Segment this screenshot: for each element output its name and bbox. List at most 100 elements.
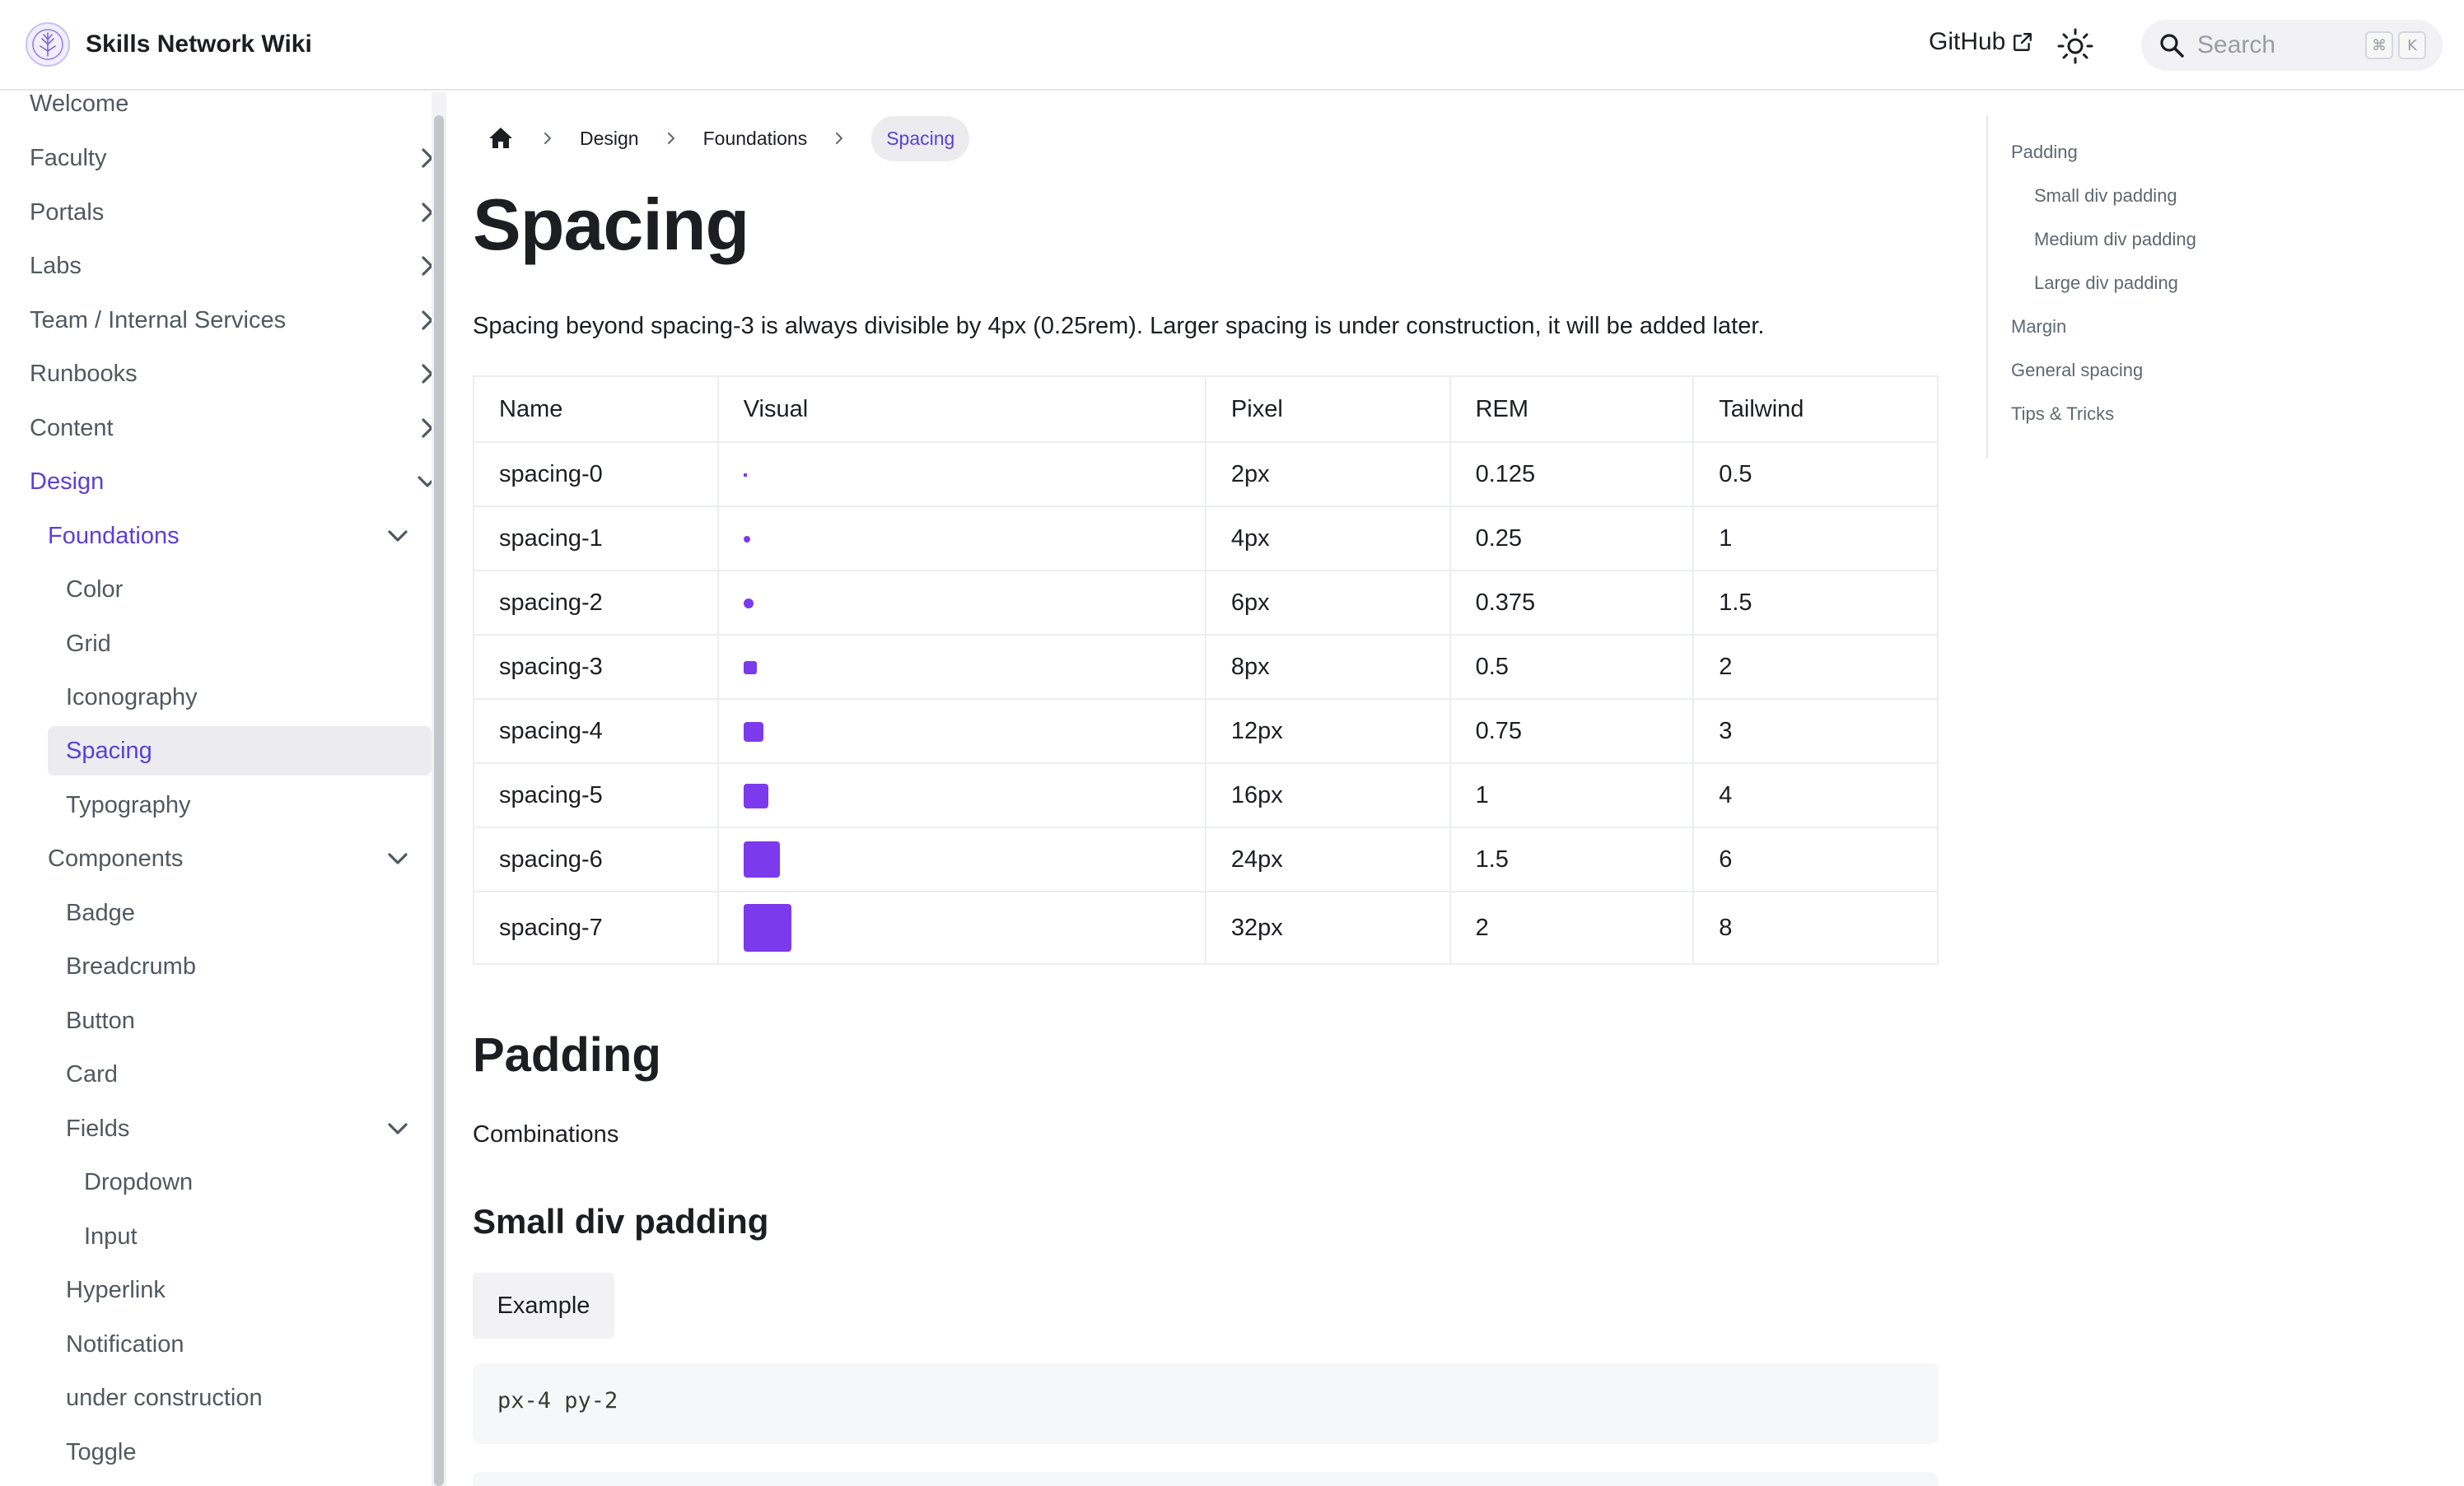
sidebar-scrollbar-thumb[interactable] <box>434 115 444 1486</box>
sidebar-item-welcome[interactable]: Welcome <box>30 79 128 128</box>
cell-pixel: 6px <box>1204 570 1451 636</box>
cell-rem: 1 <box>1449 762 1695 828</box>
cell-rem: 1.5 <box>1449 827 1695 892</box>
sidebar-item-dropdown[interactable]: Dropdown <box>84 1158 193 1207</box>
brand-link[interactable]: Skills Network Wiki <box>25 21 312 68</box>
sidebar-item-label: Spacing <box>66 737 152 764</box>
cell-visual <box>716 505 1206 571</box>
cell-tailwind: 4 <box>1692 762 1939 828</box>
chevron-down-icon[interactable] <box>384 1115 412 1143</box>
search-button[interactable]: Search ⌘ K <box>2141 20 2443 71</box>
cell-tailwind: 8 <box>1692 891 1939 965</box>
github-link[interactable]: GitHub <box>1929 28 2033 56</box>
breadcrumb-design[interactable]: Design <box>580 128 639 150</box>
home-icon[interactable] <box>486 123 516 153</box>
table-row: spacing-0 2px 0.125 0.5 <box>473 441 1939 507</box>
cell-visual <box>716 891 1206 965</box>
spacing-swatch <box>743 660 757 674</box>
cell-visual <box>716 634 1206 700</box>
chevron-right-icon <box>667 133 674 144</box>
sidebar-item-iconography[interactable]: Iconography <box>66 673 198 722</box>
toc-link-padding[interactable]: Padding <box>2011 142 2078 163</box>
code-block <box>473 1472 1939 1486</box>
toc-link-small-div-padding[interactable]: Small div padding <box>2034 185 2177 207</box>
sidebar-item-label: Card <box>66 1060 118 1088</box>
table-row: spacing-1 4px 0.25 1 <box>473 505 1939 571</box>
logo-icon <box>26 22 70 67</box>
cell-tailwind: 2 <box>1692 634 1939 700</box>
sidebar-item-label: Runbooks <box>30 360 138 387</box>
sidebar-item-fields[interactable]: Fields <box>66 1104 417 1153</box>
cell-pixel: 12px <box>1204 698 1451 764</box>
sidebar-item-typography[interactable]: Typography <box>66 780 191 830</box>
toc-link-tips-tricks[interactable]: Tips & Tricks <box>2011 403 2114 425</box>
sidebar-item-label: Dropdown <box>84 1168 194 1195</box>
spacing-swatch <box>743 473 747 477</box>
table-row: spacing-7 32px 2 8 <box>473 891 1939 965</box>
shortcut-key-k: K <box>2398 31 2426 59</box>
sidebar-item-toggle[interactable]: Toggle <box>66 1428 136 1477</box>
sidebar-item-label: Labs <box>30 252 82 279</box>
toc-link-margin[interactable]: Margin <box>2011 316 2066 338</box>
sidebar-item-labs[interactable]: Labs <box>30 241 433 291</box>
sidebar-item-under-construction[interactable]: under construction <box>66 1373 263 1423</box>
cell-rem: 0.25 <box>1449 505 1695 571</box>
sidebar-item-notification[interactable]: Notification <box>66 1320 184 1369</box>
sidebar-item-faculty[interactable]: Faculty <box>30 133 433 183</box>
sidebar-item-label: Input <box>84 1223 138 1250</box>
toc-link-general-spacing[interactable]: General spacing <box>2011 360 2143 381</box>
cell-pixel: 8px <box>1204 634 1451 700</box>
sidebar-item-badge[interactable]: Badge <box>66 888 135 938</box>
breadcrumb-foundations[interactable]: Foundations <box>703 128 808 150</box>
sidebar-item-button[interactable]: Button <box>66 996 135 1046</box>
sidebar-item-label: Portals <box>30 198 105 226</box>
sidebar-item-label: Fields <box>66 1115 130 1142</box>
cell-pixel: 32px <box>1204 891 1451 965</box>
sidebar-item-label: Breadcrumb <box>66 953 196 980</box>
cell-rem: 2 <box>1449 891 1695 965</box>
cell-pixel: 16px <box>1204 762 1451 828</box>
sidebar-item-card[interactable]: Card <box>66 1050 118 1099</box>
cell-pixel: 24px <box>1204 827 1451 892</box>
sidebar-item-label: Foundations <box>48 522 180 549</box>
sidebar-item-label: Badge <box>66 899 135 926</box>
sidebar-item-hyperlink[interactable]: Hyperlink <box>66 1265 166 1315</box>
table-row: spacing-5 16px 1 4 <box>473 762 1939 828</box>
cell-tailwind: 3 <box>1692 698 1939 764</box>
sidebar-item-color[interactable]: Color <box>66 565 123 614</box>
spacing-swatch <box>743 598 754 608</box>
sidebar-item-portals[interactable]: Portals <box>30 188 433 237</box>
chevron-down-icon[interactable] <box>384 845 412 873</box>
sidebar-item-label: Design <box>30 468 105 495</box>
sun-icon[interactable] <box>2056 26 2095 66</box>
sidebar-item-grid[interactable]: Grid <box>66 619 111 668</box>
sidebar-item-content[interactable]: Content <box>30 403 433 453</box>
chevron-down-icon[interactable] <box>384 522 412 550</box>
cell-visual <box>716 762 1206 828</box>
sidebar-item-runbooks[interactable]: Runbooks <box>30 349 433 398</box>
sidebar-item-components[interactable]: Components <box>48 834 417 883</box>
top-navbar: Skills Network Wiki GitHub Search ⌘ K <box>0 0 2464 91</box>
toc-link-medium-div-padding[interactable]: Medium div padding <box>2034 229 2196 250</box>
cell-name: spacing-4 <box>473 698 719 764</box>
sidebar-item-label: Content <box>30 414 114 441</box>
column-header-rem: REM <box>1449 375 1695 443</box>
sidebar-item-design[interactable]: Design <box>30 457 437 506</box>
sidebar-item-input[interactable]: Input <box>84 1212 138 1261</box>
docs-sidebar: Welcome Faculty Portals Labs Team / Inte… <box>0 91 437 1486</box>
sidebar-item-team-internal-services[interactable]: Team / Internal Services <box>30 296 433 345</box>
cell-name: spacing-0 <box>473 441 719 507</box>
sidebar-item-foundations[interactable]: Foundations <box>48 511 417 561</box>
sidebar-item-label: under construction <box>66 1384 263 1411</box>
cell-visual <box>716 827 1206 892</box>
tab-example[interactable]: Example <box>473 1273 614 1339</box>
sidebar-item-label: Components <box>48 845 184 872</box>
toc-link-large-div-padding[interactable]: Large div padding <box>2034 273 2178 294</box>
cell-rem: 0.125 <box>1449 441 1695 507</box>
sidebar-item-spacing[interactable]: Spacing <box>48 726 432 776</box>
spacing-table: Name Visual Pixel REM Tailwind spacing-0… <box>473 375 1939 965</box>
sidebar-item-label: Typography <box>66 791 191 818</box>
sidebar-item-breadcrumb[interactable]: Breadcrumb <box>66 942 196 991</box>
sidebar-item-label: Toggle <box>66 1438 137 1465</box>
padding-text: Combinations <box>473 1121 619 1148</box>
